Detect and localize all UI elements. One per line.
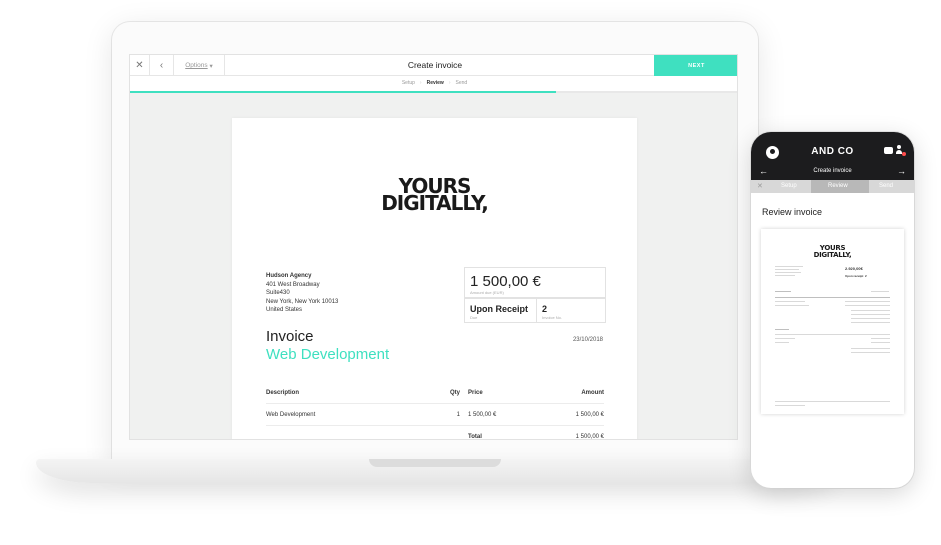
stepper: Setup › Review › Send	[130, 76, 737, 93]
preview-text-line	[851, 314, 890, 315]
step-review[interactable]: Review	[427, 80, 444, 86]
client-address-line: Suite430	[266, 290, 290, 296]
chevron-left-icon: ‹	[159, 60, 164, 71]
due-box: Upon Receipt Due	[464, 298, 537, 323]
preview-amount: 2.920,00€	[845, 266, 863, 271]
preview-text-line	[851, 310, 890, 311]
invoice-number-box: 2 Invoice No.	[536, 298, 606, 323]
mobile-section-title: Review invoice	[762, 207, 823, 217]
total-label: Total	[468, 434, 482, 440]
header-price: Price	[468, 390, 483, 396]
preview-text-line	[851, 352, 890, 353]
preview-text-line	[775, 301, 805, 302]
total-value: 1 500,00 €	[575, 434, 604, 440]
step-send[interactable]: Send	[455, 80, 467, 86]
close-icon[interactable]: ✕	[757, 180, 763, 193]
preview-text-line	[851, 318, 890, 319]
step-setup[interactable]: Setup	[402, 80, 415, 86]
step-separator: ›	[448, 80, 451, 86]
mobile-stepper: ✕ Setup Review Send	[751, 180, 914, 193]
mobile-step-setup[interactable]: Setup	[781, 180, 797, 193]
preview-text-line	[775, 305, 809, 306]
page-title: Create invoice	[407, 60, 463, 70]
preview-footer-rule	[775, 401, 890, 402]
preview-text-line	[775, 338, 795, 339]
header-qty: Qty	[449, 390, 460, 396]
options-dropdown[interactable]: Options ▾	[174, 55, 225, 76]
due-value: Upon Receipt	[470, 304, 529, 314]
stepper-steps: Setup › Review › Send	[130, 76, 737, 91]
preview-text-line	[851, 322, 890, 323]
header-description: Description	[266, 390, 300, 396]
forward-arrow-icon[interactable]: →	[897, 163, 906, 180]
preview-table-rule	[775, 297, 890, 298]
amount-due-label: Amount due (EUR)	[470, 290, 504, 295]
due-label: Due	[470, 315, 478, 320]
invoice-date: 23/10/2018	[572, 337, 603, 343]
chat-icon[interactable]	[884, 147, 893, 154]
progress-fill	[130, 91, 557, 93]
client-address-line: 401 West Broadway	[266, 281, 320, 288]
amount-due-box: 1 500,00 € Amount due (EUR)	[464, 267, 606, 298]
row-price: 1 500,00 €	[468, 412, 497, 418]
preview-text-line	[775, 291, 791, 292]
table-header: Description Qty Price Amount	[266, 382, 604, 404]
notification-dot	[902, 152, 906, 156]
invoice-number-label: Invoice No.	[542, 315, 563, 320]
preview-text-line	[775, 342, 789, 343]
mobile-header: AND CO Create invoice ← →	[751, 132, 914, 180]
progress-bar	[130, 91, 737, 93]
preview-text-line	[851, 348, 890, 349]
chevron-down-icon: ▾	[209, 62, 213, 70]
back-button[interactable]: ‹	[150, 55, 174, 76]
desktop-app-screen: ✕ ‹ Options ▾ Create invoice NEXT Setup ›…	[129, 54, 738, 440]
options-label: Options	[185, 62, 208, 69]
preview-text-line	[775, 405, 805, 406]
preview-text-line	[871, 342, 890, 343]
mobile-phone: AND CO Create invoice ← → ✕ Setup Review…	[751, 132, 914, 488]
preview-text-line	[845, 301, 890, 302]
invoice-subtitle: Web Development	[266, 346, 390, 363]
table-total-row: Total 1 500,00 €	[266, 426, 604, 440]
top-toolbar: ✕ ‹ Options ▾ Create invoice NEXT	[130, 55, 737, 76]
preview-text-line	[775, 266, 803, 267]
step-separator: ›	[419, 80, 422, 86]
invoice-number-value: 2	[542, 304, 548, 314]
preview-text-line	[871, 291, 889, 292]
mobile-step-review[interactable]: Review	[828, 180, 848, 193]
preview-text-line	[871, 338, 890, 339]
brand-logo: YOURS DIGITALLY,	[381, 174, 489, 215]
laptop-notch	[369, 459, 501, 467]
client-address-line: New York, New York 10013	[266, 298, 339, 305]
preview-text-line	[775, 269, 799, 270]
mobile-invoice-preview[interactable]: YOURS DIGITALLY, 2.920,00€ Upon receipt …	[761, 229, 904, 414]
row-amount: 1 500,00 €	[575, 412, 604, 418]
preview-text-line	[775, 272, 801, 273]
preview-table-rule	[775, 334, 890, 335]
preview-text-line	[845, 305, 890, 306]
close-icon: ✕	[135, 60, 144, 71]
client-address-line: United States	[266, 307, 303, 313]
preview-text-line	[775, 329, 789, 330]
amount-due-value: 1 500,00 €	[470, 273, 541, 290]
row-description: Web Development	[266, 412, 316, 418]
invoice-title: Invoice	[266, 328, 314, 345]
row-qty: 1	[456, 412, 460, 418]
back-arrow-icon[interactable]: ←	[759, 163, 768, 180]
header-amount: Amount	[581, 390, 604, 396]
next-button[interactable]: NEXT	[654, 55, 737, 76]
mobile-nav-bar: Create invoice ← →	[751, 163, 914, 180]
table-row: Web Development 1 1 500,00 € 1 500,00 €	[266, 404, 604, 426]
invoice-document: YOURS DIGITALLY, Hudson Agency 401 West …	[232, 118, 637, 440]
client-name: Hudson Agency	[266, 273, 312, 279]
mobile-nav-title: Create invoice	[813, 168, 852, 174]
client-address: Hudson Agency 401 West Broadway Suite430…	[266, 272, 338, 315]
preview-logo: YOURS DIGITALLY,	[813, 244, 852, 259]
close-button[interactable]: ✕	[130, 55, 150, 76]
preview-due: Upon receipt 2	[845, 274, 867, 278]
line-items-table: Description Qty Price Amount Web Develop…	[266, 382, 604, 440]
preview-text-line	[775, 275, 795, 276]
mobile-step-send[interactable]: Send	[879, 180, 893, 193]
